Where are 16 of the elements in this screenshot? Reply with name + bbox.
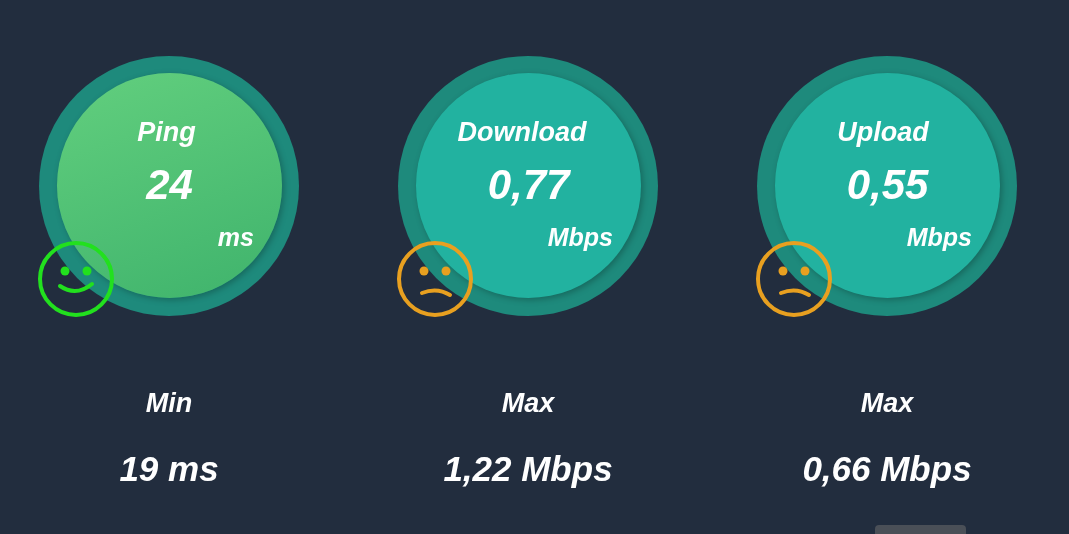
stat-value: 1,22 Mbps xyxy=(443,449,613,489)
metric-unit: Mbps xyxy=(906,223,972,252)
stat-label: Max xyxy=(860,388,914,419)
metric-label: Ping xyxy=(137,117,196,148)
stat-label: Min xyxy=(145,388,193,419)
metric-label: Download xyxy=(457,117,587,148)
metric-value: 0,77 xyxy=(487,161,570,209)
stat-value: 0,66 Mbps xyxy=(802,449,972,489)
metric-label: Upload xyxy=(837,117,929,148)
stat-label: Max xyxy=(501,388,555,419)
metric-unit: ms xyxy=(217,223,254,252)
metric-value: 24 xyxy=(146,161,193,209)
stat-value: 19 ms xyxy=(119,449,219,489)
metric-value: 0,55 xyxy=(846,161,929,209)
handle-tab[interactable] xyxy=(875,525,966,534)
metric-unit: Mbps xyxy=(547,223,613,252)
